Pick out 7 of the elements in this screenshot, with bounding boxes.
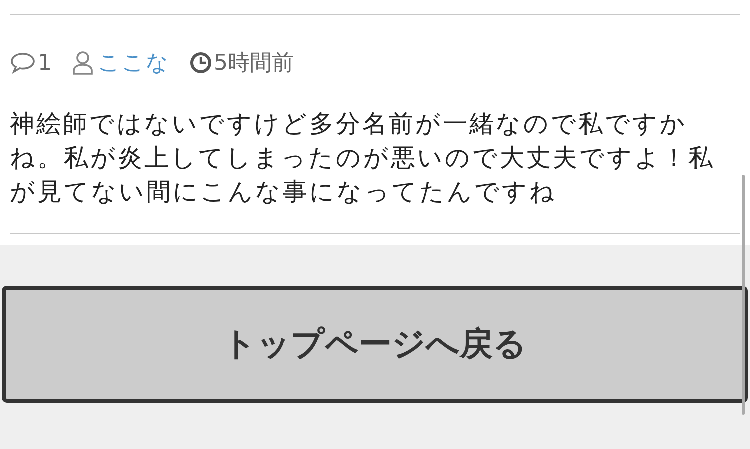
clock-icon [190,52,212,74]
comment-icon [10,52,36,74]
post-time: 5時間前 [214,50,294,78]
reply-count: 1 [38,50,52,76]
person-icon [72,51,94,75]
back-to-top-button[interactable]: トップページへ戻る [2,286,748,403]
comment-text: 神絵師ではないですけど多分名前が一緒なので私ですかね。私が炎上してしまったのが悪いので大丈夫ですよ！私が見てない間にこんな事になってたんですね [10,108,716,208]
